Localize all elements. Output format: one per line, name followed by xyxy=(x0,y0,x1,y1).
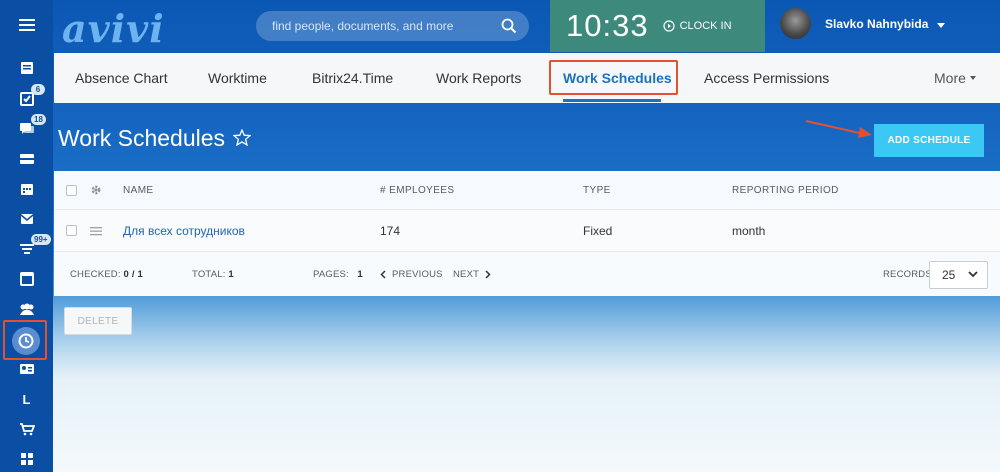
column-header-employees[interactable]: # EMPLOYEES xyxy=(380,171,454,209)
schedules-grid: NAME # EMPLOYEES TYPE REPORTING PERIOD Д… xyxy=(54,171,1000,296)
star-icon[interactable] xyxy=(232,125,252,152)
page-title: Work Schedules xyxy=(58,125,252,152)
total-value: 1 xyxy=(228,268,234,280)
letter-l-label: L xyxy=(22,391,31,407)
row-checkbox[interactable] xyxy=(66,210,77,251)
tasks-badge: 6 xyxy=(31,84,45,95)
pages-label: PAGES: xyxy=(313,268,349,280)
column-header-type[interactable]: TYPE xyxy=(583,171,611,209)
feed-icon[interactable] xyxy=(0,53,53,83)
schedule-name-link[interactable]: Для всех сотрудников xyxy=(123,210,245,251)
checked-counter: CHECKED: 0 / 1 xyxy=(70,252,143,296)
reporting-period: month xyxy=(732,223,766,238)
avatar[interactable] xyxy=(780,8,811,39)
clock-in-button[interactable]: CLOCK IN xyxy=(662,20,732,32)
clock-time: 10:33 xyxy=(566,8,649,43)
tab-bar: Absence Chart Worktime Bitrix24.Time Wor… xyxy=(54,53,1000,103)
mail-icon[interactable] xyxy=(0,204,53,234)
records-per-page-select[interactable]: 25 xyxy=(929,261,988,289)
settings-gear-icon[interactable] xyxy=(90,171,102,209)
table-footer: CHECKED: 0 / 1 TOTAL: 1 PAGES: 1 PREVIOU… xyxy=(54,252,1000,296)
schedule-type: Fixed xyxy=(583,223,613,238)
add-schedule-button[interactable]: ADD SCHEDULE xyxy=(874,124,984,157)
more-label: More xyxy=(934,70,966,86)
records-label: RECORDS: xyxy=(883,268,935,280)
next-label: NEXT xyxy=(453,268,480,280)
filter-icon[interactable]: 99+ xyxy=(0,234,53,264)
tab-worktime[interactable]: Worktime xyxy=(208,53,267,103)
row-menu-icon[interactable] xyxy=(90,210,102,251)
menu-icon[interactable] xyxy=(0,10,53,40)
logo[interactable]: avivi xyxy=(62,6,165,51)
user-menu[interactable]: Slavko Nahnybida xyxy=(780,8,946,39)
search-icon[interactable] xyxy=(501,18,517,39)
search-bar[interactable] xyxy=(256,11,529,41)
tab-more[interactable]: More xyxy=(934,53,976,103)
time-clock-widget[interactable]: 10:33 CLOCK IN xyxy=(550,0,765,52)
total-counter: TOTAL: 1 xyxy=(192,252,234,296)
next-page-link[interactable]: NEXT xyxy=(453,252,491,296)
previous-page-link[interactable]: PREVIOUS xyxy=(380,252,443,296)
chat-badge: 18 xyxy=(31,114,46,125)
tasks-icon[interactable]: 6 xyxy=(0,84,53,114)
tab-access-permissions[interactable]: Access Permissions xyxy=(704,53,829,103)
annotation-arrow xyxy=(805,120,872,138)
apps-grid-icon[interactable] xyxy=(0,444,53,472)
previous-label: PREVIOUS xyxy=(392,268,443,280)
cart-icon[interactable] xyxy=(0,414,53,444)
chevron-down-icon xyxy=(969,76,976,80)
window-icon[interactable] xyxy=(0,264,53,294)
clock-in-label: CLOCK IN xyxy=(679,20,732,32)
active-tab-underline xyxy=(563,99,661,102)
column-header-name[interactable]: NAME xyxy=(123,171,154,209)
left-sidebar: 6 18 99+ L xyxy=(0,0,53,472)
pages-value: 1 xyxy=(357,268,363,280)
user-name[interactable]: Slavko Nahnybida xyxy=(825,17,928,31)
chevron-down-icon[interactable] xyxy=(937,15,946,33)
search-input[interactable] xyxy=(272,19,492,33)
records-value: 25 xyxy=(942,268,956,282)
table-row[interactable]: Для всех сотрудников 174 Fixed month xyxy=(54,210,1000,252)
total-label: TOTAL: xyxy=(192,268,226,280)
checked-label: CHECKED: xyxy=(70,268,121,280)
delete-button[interactable]: DELETE xyxy=(64,307,132,335)
checked-value: 0 / 1 xyxy=(123,268,144,280)
calendar-icon[interactable] xyxy=(0,174,53,204)
tab-absence-chart[interactable]: Absence Chart xyxy=(75,53,168,103)
inbox-icon[interactable] xyxy=(0,144,53,174)
pages-counter: PAGES: 1 xyxy=(313,252,363,296)
contact-card-icon[interactable] xyxy=(0,354,53,384)
tab-bitrix24-time[interactable]: Bitrix24.Time xyxy=(312,53,393,103)
active-tab-highlight xyxy=(549,60,678,95)
table-header: NAME # EMPLOYEES TYPE REPORTING PERIOD xyxy=(54,171,1000,210)
chevron-left-icon xyxy=(380,269,386,279)
page-title-text: Work Schedules xyxy=(58,125,226,151)
tab-work-reports[interactable]: Work Reports xyxy=(436,53,521,103)
employees-count: 174 xyxy=(380,223,401,238)
play-circle-icon xyxy=(662,20,675,32)
chevron-right-icon xyxy=(485,269,491,279)
chat-icon[interactable]: 18 xyxy=(0,114,53,144)
chevron-down-icon xyxy=(968,271,978,278)
letter-l-icon[interactable]: L xyxy=(0,384,53,414)
select-all-checkbox[interactable] xyxy=(66,171,77,209)
column-header-reporting-period[interactable]: REPORTING PERIOD xyxy=(732,171,839,209)
filter-badge: 99+ xyxy=(31,234,51,245)
